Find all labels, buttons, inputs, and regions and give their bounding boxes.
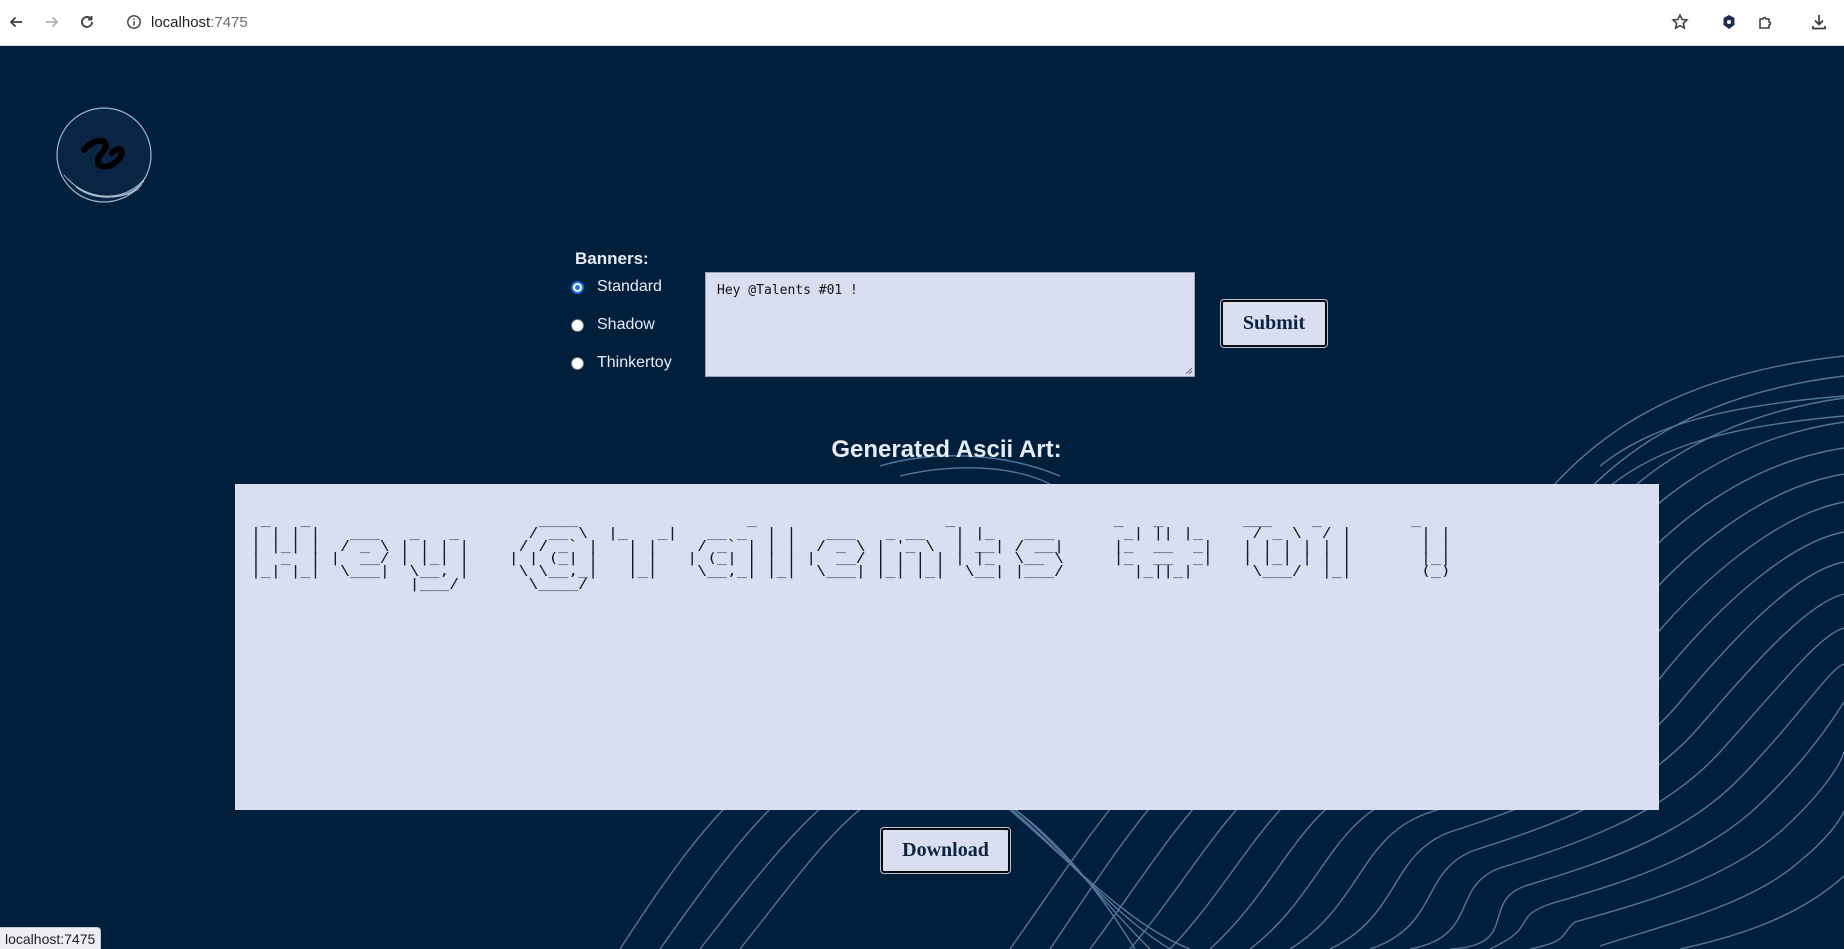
- logo: [56, 107, 152, 203]
- resize-grip-icon[interactable]: [1184, 366, 1193, 375]
- banners-label: Banners:: [575, 249, 649, 268]
- radio-standard[interactable]: [571, 280, 584, 294]
- text-input[interactable]: Hey @Talents #01 !: [705, 272, 1195, 377]
- forward-icon[interactable]: [39, 9, 65, 35]
- page-content: Banners: Standard Shadow Thinkertoy Hey …: [0, 46, 1844, 949]
- url-port: :7475: [210, 14, 248, 31]
- radio-thinkertoy[interactable]: [571, 356, 584, 370]
- download-icon[interactable]: [1806, 9, 1832, 35]
- ascii-output-panel: _ _ ____ _ _ _ _ ___ _ _ | | | | ___ _ _…: [235, 484, 1659, 810]
- browser-toolbar: localhost:7475: [0, 0, 1844, 46]
- radio-label-shadow: Shadow: [597, 316, 655, 333]
- site-info-icon[interactable]: [125, 13, 143, 31]
- ascii-art-output: _ _ ____ _ _ _ _ ___ _ _ | | | | ___ _ _…: [251, 512, 1451, 592]
- url-host: localhost: [151, 14, 211, 31]
- extensions-puzzle-icon[interactable]: [1753, 9, 1779, 35]
- banner-option-shadow[interactable]: Shadow: [571, 316, 655, 334]
- radio-label-standard: Standard: [597, 278, 662, 295]
- reload-icon[interactable]: [74, 9, 100, 35]
- result-heading: Generated Ascii Art:: [831, 436, 1062, 463]
- url-text[interactable]: localhost:7475: [151, 14, 248, 31]
- download-button[interactable]: Download: [881, 828, 1010, 873]
- radio-shadow[interactable]: [571, 318, 584, 332]
- bookmark-star-icon[interactable]: [1667, 9, 1693, 35]
- status-url-bubble: localhost:7475: [0, 927, 102, 949]
- back-icon[interactable]: [3, 9, 29, 35]
- banner-option-standard[interactable]: Standard: [571, 278, 662, 296]
- radio-label-thinkertoy: Thinkertoy: [597, 354, 672, 371]
- submit-button[interactable]: Submit: [1221, 300, 1327, 347]
- extension-shield-icon[interactable]: [1716, 9, 1742, 35]
- address-bar[interactable]: localhost:7475: [117, 5, 1701, 39]
- banner-option-thinkertoy[interactable]: Thinkertoy: [571, 354, 672, 372]
